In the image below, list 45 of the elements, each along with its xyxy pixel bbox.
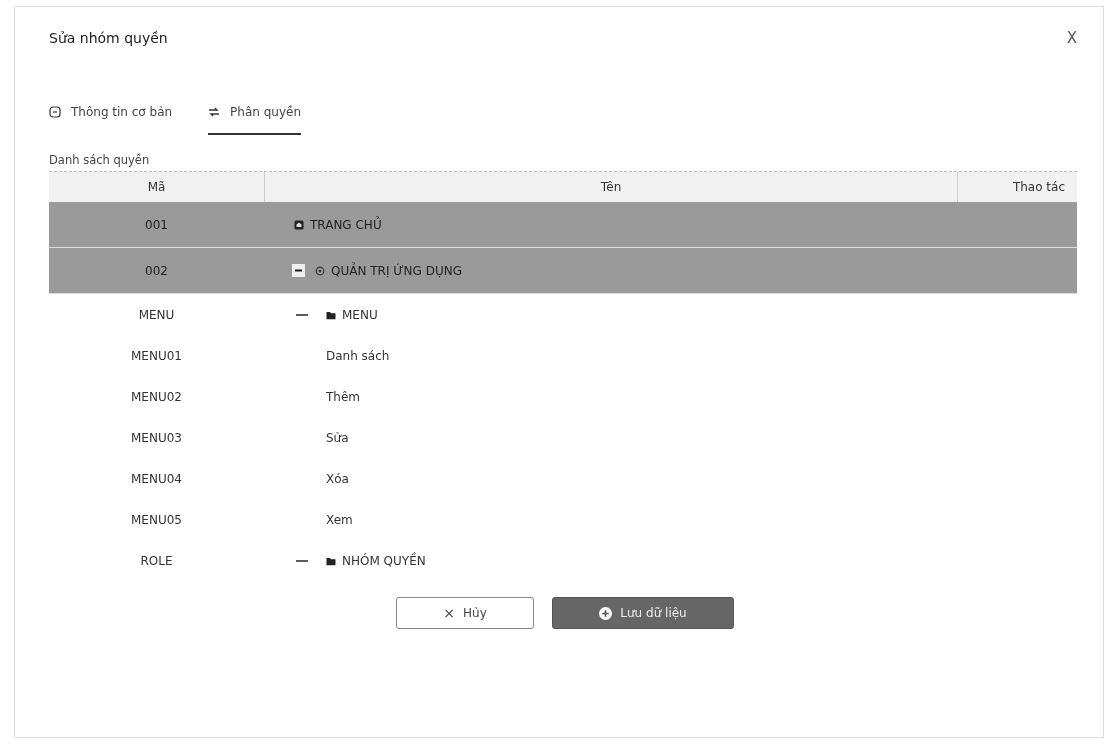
table-cell: MENU02 <box>131 389 182 404</box>
table-cell: TRANG CHỦ <box>310 217 382 232</box>
table-cell: QUẢN TRỊ ỨNG DỤNG <box>331 263 462 278</box>
table-cell: MENU <box>138 307 175 322</box>
table-row[interactable]: MENU04 Xóa <box>49 458 1077 499</box>
table-cell: MENU04 <box>131 471 182 486</box>
table-cell: MENU <box>342 307 378 322</box>
tab[interactable]: Phân quyền <box>208 99 302 135</box>
table-row[interactable]: ROLE NHÓM QUYỀN <box>49 540 1077 581</box>
swap-icon <box>208 106 221 118</box>
folder-icon <box>326 309 336 320</box>
table-cell: 001 <box>145 217 168 232</box>
table-cell: Xóa <box>326 471 349 486</box>
collapse-toggle[interactable] <box>296 312 308 317</box>
table-cell: Xem <box>326 512 353 527</box>
close-icon: × <box>443 605 455 621</box>
table-cell: Sửa <box>326 430 349 445</box>
dialog-title: Sửa nhóm quyền <box>49 30 168 46</box>
collapse-toggle[interactable] <box>296 558 308 563</box>
column-header: Mã <box>146 179 167 196</box>
save-button[interactable]: Lưu dữ liệu <box>552 597 734 629</box>
table-cell: Thêm <box>326 389 360 404</box>
table-cell: MENU05 <box>131 512 182 527</box>
close-button[interactable]: X <box>1062 25 1081 51</box>
table-cell: Danh sách <box>326 348 390 363</box>
table-row[interactable]: MENU01 Danh sách <box>49 335 1077 376</box>
collapse-toggle[interactable] <box>292 264 305 277</box>
tab[interactable]: Thông tin cơ bản <box>49 99 173 135</box>
table-cell: MENU01 <box>131 348 182 363</box>
table-row[interactable]: MENU05 Xem <box>49 499 1077 540</box>
folder-icon <box>326 555 336 566</box>
table-row[interactable]: 001 TRANG CHỦ <box>49 202 1077 248</box>
home-icon <box>294 219 304 230</box>
table-cell: NHÓM QUYỀN <box>342 553 426 568</box>
form-icon <box>49 106 61 118</box>
table-row[interactable]: MENU MENU <box>49 294 1077 335</box>
table-row[interactable]: MENU03 Sửa <box>49 417 1077 458</box>
plus-circle-icon <box>599 606 613 620</box>
table-cell: 002 <box>145 263 168 278</box>
section-title: Danh sách quyền <box>49 153 151 167</box>
table-cell: MENU03 <box>131 430 182 445</box>
table-row[interactable]: 002 QUẢN TRỊ ỨNG DỤNG <box>49 248 1077 294</box>
table-cell: ROLE <box>140 553 173 568</box>
cancel-button[interactable]: × Hủy <box>396 597 534 629</box>
table-row[interactable]: MENU02 Thêm <box>49 376 1077 417</box>
